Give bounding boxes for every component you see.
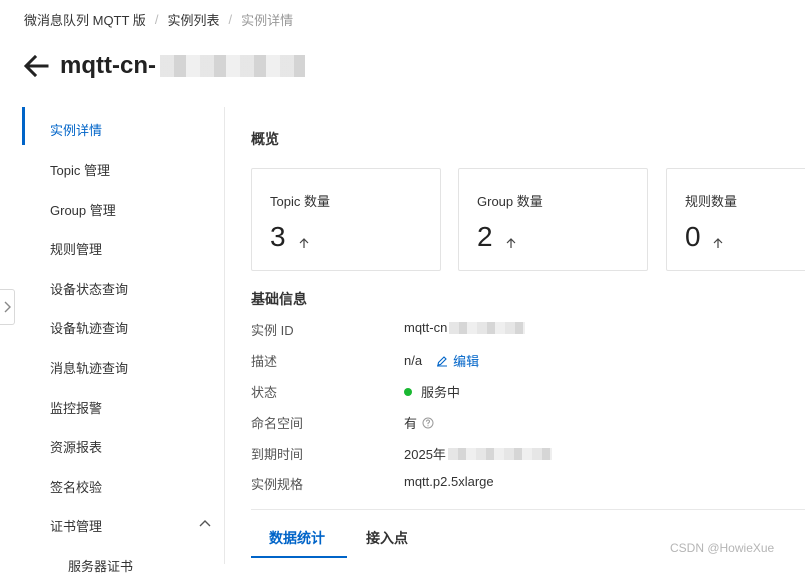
page-header: mqtt-cn- bbox=[22, 52, 305, 80]
redacted-text bbox=[447, 447, 552, 460]
stat-label: 规则数量 bbox=[685, 194, 738, 209]
sidebar-collapse-handle[interactable] bbox=[0, 289, 15, 325]
breadcrumb-item-mqtt[interactable]: 微消息队列 MQTT 版 bbox=[24, 10, 146, 29]
info-label-description: 描述 bbox=[251, 354, 278, 369]
sidebar-item-monitor-alert[interactable]: 监控报警 bbox=[50, 398, 102, 417]
chevron-right-icon bbox=[4, 301, 11, 313]
stat-label: Topic 数量 bbox=[270, 194, 330, 209]
watermark: CSDN @HowieXue bbox=[670, 541, 775, 555]
stat-label: Group 数量 bbox=[477, 194, 543, 209]
sidebar-subitem-server-cert[interactable]: 服务器证书 bbox=[68, 556, 133, 575]
divider bbox=[251, 509, 805, 510]
sidebar-item-signature-check[interactable]: 签名校验 bbox=[50, 477, 102, 496]
back-arrow-icon[interactable] bbox=[22, 52, 50, 80]
sidebar-item-device-trace[interactable]: 设备轨迹查询 bbox=[50, 318, 128, 337]
sidebar-item-message-trace[interactable]: 消息轨迹查询 bbox=[50, 358, 128, 377]
expire-text: 2025年 bbox=[404, 447, 446, 462]
info-value-spec: mqtt.p2.5xlarge bbox=[404, 474, 494, 489]
info-label-spec: 实例规格 bbox=[251, 477, 304, 492]
instance-id-text: mqtt-cn bbox=[404, 320, 448, 335]
sidebar: 实例详情 Topic 管理 Group 管理 规则管理 设备状态查询 设备轨迹查… bbox=[0, 107, 225, 564]
edit-description-button[interactable]: 编辑 bbox=[436, 351, 479, 370]
info-value-expire: 2025年 bbox=[404, 444, 552, 463]
redacted-instance-id bbox=[159, 55, 305, 77]
stat-card-rules[interactable]: 规则数量 0 bbox=[666, 168, 805, 271]
info-label-status: 状态 bbox=[251, 385, 278, 400]
stat-card-group[interactable]: Group 数量 2 bbox=[458, 168, 648, 271]
namespace-text: 有 bbox=[404, 416, 418, 431]
breadcrumb: 微消息队列 MQTT 版 / 实例列表 / 实例详情 bbox=[24, 10, 293, 29]
breadcrumb-item-instance-list[interactable]: 实例列表 bbox=[167, 10, 219, 29]
status-dot bbox=[404, 387, 412, 396]
edit-label: 编辑 bbox=[453, 354, 480, 369]
info-value-namespace: 有 bbox=[404, 413, 434, 432]
info-value-status: 服务中 bbox=[404, 382, 460, 401]
tab-data-statistics[interactable]: 数据统计 bbox=[269, 528, 325, 548]
arrow-up-icon bbox=[713, 238, 723, 248]
status-text: 服务中 bbox=[421, 385, 461, 400]
stat-value: 3 bbox=[270, 221, 286, 252]
page-title: mqtt-cn- bbox=[60, 52, 156, 79]
tab-active-underline bbox=[251, 556, 347, 558]
redacted-text bbox=[449, 321, 526, 334]
basic-info-title: 基础信息 bbox=[251, 291, 307, 307]
info-label-namespace: 命名空间 bbox=[251, 416, 304, 431]
info-label-instance-id: 实例 ID bbox=[251, 323, 294, 338]
stat-value: 0 bbox=[685, 221, 701, 252]
edit-pencil-icon bbox=[437, 355, 448, 366]
sidebar-item-topic[interactable]: Topic 管理 bbox=[50, 160, 110, 179]
sidebar-item-group[interactable]: Group 管理 bbox=[50, 200, 116, 219]
help-question-icon[interactable] bbox=[422, 417, 434, 429]
info-value-description: n/a 编辑 bbox=[404, 351, 479, 370]
sidebar-item-instance-detail[interactable]: 实例详情 bbox=[50, 120, 102, 139]
stat-value: 2 bbox=[477, 221, 493, 252]
description-text: n/a bbox=[404, 353, 423, 368]
sidebar-item-device-status[interactable]: 设备状态查询 bbox=[50, 279, 128, 298]
info-value-instance-id: mqtt-cn bbox=[404, 320, 526, 335]
stat-card-topic[interactable]: Topic 数量 3 bbox=[251, 168, 441, 271]
breadcrumb-separator: / bbox=[228, 12, 233, 27]
overview-title: 概览 bbox=[251, 131, 279, 147]
arrow-up-icon bbox=[299, 238, 309, 248]
sidebar-item-certificate[interactable]: 证书管理 bbox=[50, 516, 102, 535]
spec-text: mqtt.p2.5xlarge bbox=[404, 474, 494, 489]
sidebar-item-resource-report[interactable]: 资源报表 bbox=[50, 437, 102, 456]
sidebar-item-rules[interactable]: 规则管理 bbox=[50, 239, 102, 258]
chevron-up-icon[interactable] bbox=[199, 518, 211, 530]
tab-access-points[interactable]: 接入点 bbox=[366, 528, 408, 548]
breadcrumb-separator: / bbox=[154, 12, 159, 27]
arrow-up-icon bbox=[506, 238, 516, 248]
sidebar-active-indicator bbox=[22, 107, 25, 145]
breadcrumb-item-current: 实例详情 bbox=[241, 13, 294, 28]
info-label-expire: 到期时间 bbox=[251, 447, 304, 462]
